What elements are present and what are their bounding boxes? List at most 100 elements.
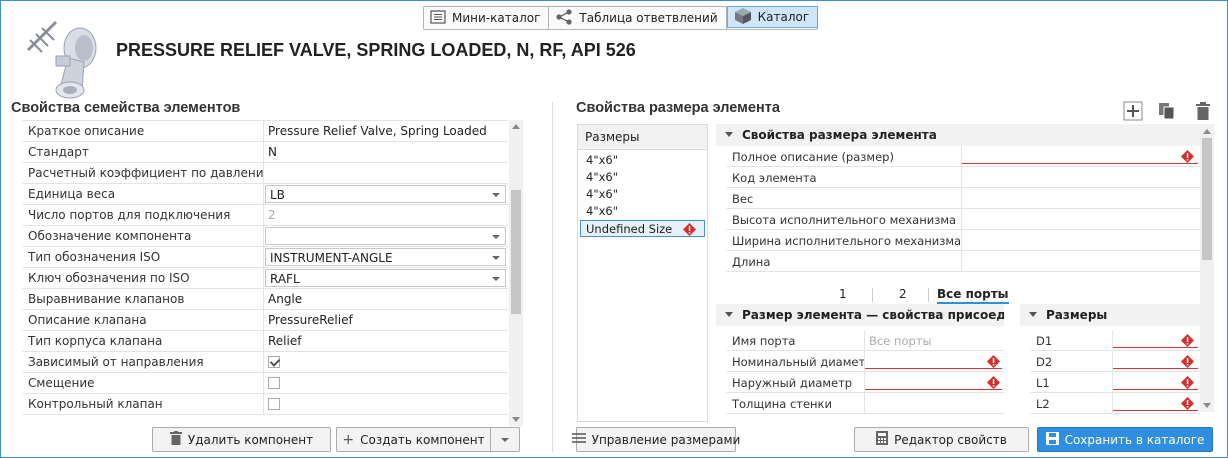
family-prop-label: Контрольный клапан (22, 394, 264, 414)
d2-field[interactable] (1113, 351, 1200, 371)
combo-box[interactable]: LB (265, 185, 506, 203)
outer-diameter-field[interactable] (865, 372, 1004, 392)
add-size-button[interactable] (1123, 101, 1143, 121)
scroll-up-arrow[interactable] (1203, 129, 1211, 134)
family-prop-checkbox-cell[interactable] (264, 394, 508, 414)
delete-component-label: Удалить компонент (187, 432, 314, 447)
size-item[interactable]: 4"x6" (578, 186, 707, 203)
combo-box[interactable] (265, 227, 506, 245)
chevron-down-icon[interactable] (492, 235, 500, 239)
scroll-thumb[interactable] (511, 190, 521, 314)
conn-row: Наружный диаметр (726, 372, 1004, 393)
scroll-thumb[interactable] (1202, 138, 1212, 260)
tab-mini-catalog[interactable]: Мини-каталог (424, 7, 550, 29)
create-component-button[interactable]: + Создать компонент (336, 427, 491, 452)
sizes-list: Размеры 4"x6" 4"x6" 4"x6" 4"x6" Undefine… (577, 124, 708, 422)
delete-size-button[interactable] (1193, 101, 1213, 121)
tab-branch-table[interactable]: Таблица ответвлений (549, 7, 727, 29)
conn-row: Толщина стенки (726, 393, 1004, 414)
create-component-label: Создать компонент (360, 432, 485, 447)
dim-row: D1 (1030, 330, 1200, 351)
property-editor-button[interactable]: Редактор свойств (854, 427, 1029, 452)
family-prop-value[interactable]: Angle (264, 289, 508, 309)
d1-field[interactable] (1113, 330, 1200, 350)
create-component-dropdown[interactable] (490, 427, 520, 452)
chevron-down-icon[interactable] (492, 277, 500, 281)
warning-icon (1181, 355, 1194, 368)
family-prop-value[interactable]: Pressure Relief Valve, Spring Loaded (264, 121, 508, 141)
family-prop-combo[interactable]: INSTRUMENT-ANGLE (264, 247, 508, 267)
family-prop-label: Тип обозначения ISO (22, 247, 264, 267)
family-prop-value[interactable] (264, 163, 508, 183)
size-props-scrollbar[interactable] (1200, 124, 1214, 412)
length-field[interactable] (962, 251, 1200, 271)
add-icon (1123, 101, 1143, 124)
size-props-header[interactable]: Свойства размера элемента (716, 124, 1200, 146)
full-description-field[interactable] (962, 146, 1200, 166)
l2-field[interactable] (1113, 393, 1200, 413)
combo-value: INSTRUMENT-ANGLE (270, 251, 393, 265)
size-item[interactable]: 4"x6" (578, 152, 707, 169)
family-prop-value[interactable]: Relief (264, 331, 508, 351)
family-prop-row: Число портов для подключения 2 (22, 205, 508, 226)
combo-box[interactable]: INSTRUMENT-ANGLE (265, 248, 506, 266)
list-icon (430, 9, 446, 27)
item-code-field[interactable] (962, 167, 1200, 187)
scroll-down-arrow[interactable] (1203, 403, 1211, 408)
family-prop-checkbox-cell[interactable] (264, 373, 508, 393)
trash-icon (1193, 102, 1213, 124)
nominal-diameter-field[interactable] (865, 351, 1004, 371)
dim-row: L2 (1030, 393, 1200, 414)
port-page-2[interactable]: 2 (899, 287, 907, 301)
family-prop-label: Стандарт (22, 142, 264, 162)
port-page-1[interactable]: 1 (839, 287, 847, 301)
save-to-catalog-button[interactable]: Сохранить в каталоге (1037, 427, 1213, 452)
chevron-down-icon[interactable] (492, 256, 500, 260)
family-prop-combo[interactable] (264, 226, 508, 246)
combo-value: RAFL (270, 272, 300, 286)
weight-field[interactable] (962, 188, 1200, 208)
actuator-width-field[interactable] (962, 230, 1200, 250)
checkbox[interactable] (268, 377, 280, 389)
family-prop-combo[interactable]: RAFL (264, 268, 508, 288)
connection-props-header[interactable]: Размер элемента — свойства присоедините (716, 304, 1004, 326)
scroll-down-arrow[interactable] (512, 417, 520, 422)
family-prop-row: Обозначение компонента (22, 226, 508, 247)
manage-sizes-button[interactable]: Управление размерами (571, 427, 740, 452)
cube-icon (734, 7, 752, 28)
l1-field[interactable] (1113, 372, 1200, 392)
size-item[interactable]: 4"x6" (578, 203, 707, 220)
family-prop-label: Смещение (22, 373, 264, 393)
combo-box[interactable]: RAFL (265, 269, 506, 287)
actuator-height-field[interactable] (962, 209, 1200, 229)
family-prop-row: Стандарт N (22, 142, 508, 163)
port-name-field[interactable]: Все порты (865, 330, 1004, 350)
tab-label: Каталог (757, 10, 810, 24)
family-prop-label: Единица веса (22, 184, 264, 204)
tab-catalog[interactable]: Каталог (726, 6, 819, 28)
family-scrollbar[interactable] (509, 120, 523, 426)
copy-size-button[interactable] (1157, 101, 1177, 121)
family-prop-value[interactable]: N (264, 142, 508, 162)
family-prop-checkbox-cell[interactable] (264, 352, 508, 372)
size-item[interactable]: 4"x6" (578, 169, 707, 186)
delete-component-button[interactable]: Удалить компонент (152, 427, 331, 452)
size-item-selected[interactable]: Undefined Size (580, 220, 705, 237)
chevron-down-icon[interactable] (492, 193, 500, 197)
list-icon (571, 432, 586, 447)
prop-row: Код элемента (726, 167, 1200, 188)
separator (872, 288, 873, 302)
family-prop-combo[interactable]: LB (264, 184, 508, 204)
dimensions-header[interactable]: Размеры (1020, 304, 1200, 326)
checkbox[interactable] (268, 356, 280, 368)
family-prop-value[interactable]: PressureRelief (264, 310, 508, 330)
port-page-all[interactable]: Все порты (937, 287, 1009, 304)
checkbox[interactable] (268, 398, 280, 410)
page-title: PRESSURE RELIEF VALVE, SPRING LOADED, N,… (116, 40, 636, 60)
property-editor-label: Редактор свойств (894, 432, 1007, 447)
prop-row: Вес (726, 188, 1200, 209)
family-prop-value[interactable]: 2 (264, 205, 508, 225)
scroll-up-arrow[interactable] (512, 124, 520, 129)
wall-thickness-field[interactable] (865, 393, 1004, 413)
prop-label: Высота исполнительного механизма (726, 209, 962, 229)
